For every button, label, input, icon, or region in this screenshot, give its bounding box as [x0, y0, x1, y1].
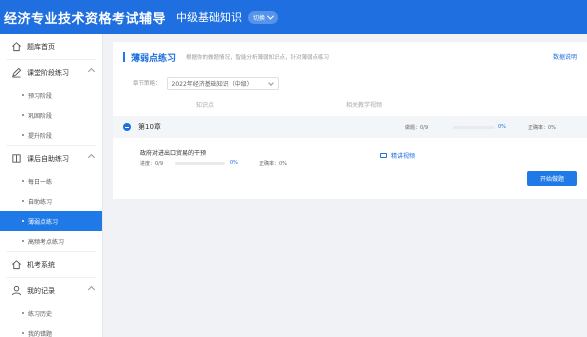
sidebar-item-label: 每日一练	[28, 178, 53, 186]
pen-icon	[10, 67, 22, 79]
app-title: 经济专业技术资格考试辅导	[4, 11, 167, 27]
knowledge-point-name: 政府对进出口贸易的干预	[140, 150, 207, 157]
knowledge-point-row: 政府对进出口贸易的干预 进度：0/9 0% 正确率：0% 精讲视频	[113, 138, 587, 174]
chevron-down-icon	[266, 12, 275, 20]
sidebar-group-class-practice[interactable]: 课堂阶段练习	[0, 60, 102, 85]
data-explanation-link[interactable]: 数据说明	[553, 52, 577, 61]
chapter-row[interactable]: 第10章 做题：0/9 0% 正确率：0%	[113, 116, 587, 138]
sidebar-item-label: 预习阶段	[28, 92, 53, 100]
video-label: 精讲视频	[391, 153, 416, 160]
user-icon	[10, 285, 22, 297]
sidebar-item-label: 我的错题	[28, 330, 53, 337]
chevron-up-icon	[87, 67, 96, 76]
title-accent-bar	[123, 52, 125, 62]
sidebar-item-history[interactable]: 练习历史	[0, 303, 102, 323]
column-header-knowledge: 知识点	[196, 101, 215, 109]
bullet-icon	[22, 134, 24, 136]
sidebar-item-consolidate[interactable]: 巩固阶段	[0, 105, 102, 125]
bullet-icon	[22, 114, 24, 116]
sidebar-group-home[interactable]: 题库首页	[0, 34, 102, 59]
knowledge-point-done-count: 进度：0/9	[140, 161, 164, 167]
knowledge-point-accuracy: 正确率：0%	[259, 161, 287, 167]
bullet-icon	[22, 94, 24, 96]
sidebar-item-high-frequency[interactable]: 高频考点练习	[0, 231, 102, 251]
sidebar-item-label: 提升阶段	[28, 132, 53, 140]
top-header: 经济专业技术资格考试辅导 中级基础知识 切换	[0, 0, 587, 34]
book-icon	[10, 153, 22, 165]
sidebar-group-exam-system[interactable]: 机考系统	[0, 252, 102, 277]
column-headers: 知识点 相关教学视频	[113, 94, 587, 114]
chapter-accuracy: 正确率：0%	[528, 125, 556, 131]
sidebar-item-label: 练习历史	[28, 310, 53, 318]
sidebar-group-label: 题库首页	[27, 42, 55, 51]
monitor-icon	[10, 259, 22, 271]
home-icon	[10, 41, 22, 53]
sidebar-item-improve[interactable]: 提升阶段	[0, 125, 102, 145]
filter-row: 章节策略： 2022年经济基础知识（中级）	[113, 72, 587, 94]
sidebar-item-weak-points[interactable]: 薄弱点练习	[0, 211, 102, 231]
chevron-down-icon	[267, 79, 274, 86]
video-icon	[380, 153, 387, 158]
bullet-icon	[22, 220, 24, 222]
bullet-icon	[22, 332, 24, 334]
sidebar-group-label: 课后自助练习	[27, 154, 69, 163]
chapter-progress-text: 0%	[498, 124, 506, 130]
column-header-video: 相关教学视频	[346, 101, 383, 109]
sidebar-item-preview[interactable]: 预习阶段	[0, 85, 102, 105]
bullet-icon	[22, 200, 24, 202]
chapter-progress-bar	[453, 126, 495, 129]
sidebar-group-my-records[interactable]: 我的记录	[0, 278, 102, 303]
sidebar-item-label: 巩固阶段	[28, 112, 53, 120]
main-panel: 薄弱点练习 根据你的做题情况，智能分析薄弱知识点，针对薄弱点练习 数据说明 章节…	[113, 42, 587, 199]
sidebar-item-daily[interactable]: 每日一练	[0, 171, 102, 191]
chevron-up-icon	[87, 285, 96, 294]
sidebar: 题库首页 课堂阶段练习 预习阶段 巩固阶段 提升阶段 课后自助练习 每日一练 自…	[0, 34, 103, 337]
page-description: 根据你的做题情况，智能分析薄弱知识点，针对薄弱点练习	[186, 55, 330, 61]
chapter-strategy-select[interactable]: 2022年经济基础知识（中级）	[166, 76, 279, 90]
bullet-icon	[22, 240, 24, 242]
sidebar-item-self-help[interactable]: 自助练习	[0, 191, 102, 211]
select-value: 2022年经济基础知识（中级）	[171, 80, 253, 88]
chapter-name: 第10章	[138, 123, 161, 131]
sidebar-group-label: 我的记录	[27, 286, 55, 295]
chapter-done-count: 做题：0/9	[405, 125, 429, 131]
sidebar-item-label: 薄弱点练习	[28, 218, 59, 226]
bullet-icon	[22, 312, 24, 314]
switch-subject-button[interactable]: 切换	[248, 10, 279, 24]
sidebar-item-label: 高频考点练习	[28, 238, 65, 246]
sidebar-group-label: 课堂阶段练习	[27, 68, 69, 77]
start-practice-button[interactable]: 开始做题	[527, 171, 577, 186]
switch-label: 切换	[253, 14, 266, 22]
bullet-icon	[22, 180, 24, 182]
title-row: 薄弱点练习 根据你的做题情况，智能分析薄弱知识点，针对薄弱点练习 数据说明	[113, 42, 587, 72]
sidebar-item-label: 自助练习	[28, 198, 53, 206]
collapse-icon[interactable]	[123, 123, 131, 131]
lecture-video-link[interactable]: 精讲视频	[380, 151, 415, 160]
knowledge-point-progress-bar	[175, 162, 225, 165]
chevron-up-icon	[87, 153, 96, 162]
sidebar-group-label: 机考系统	[27, 260, 55, 269]
page-title: 薄弱点练习	[131, 53, 177, 64]
sidebar-item-wrong-questions[interactable]: 我的错题	[0, 323, 102, 337]
knowledge-point-progress-text: 0%	[230, 160, 238, 166]
subject-label: 中级基础知识	[176, 11, 243, 24]
sidebar-group-self-practice[interactable]: 课后自助练习	[0, 146, 102, 171]
filter-label: 章节策略：	[133, 81, 161, 87]
